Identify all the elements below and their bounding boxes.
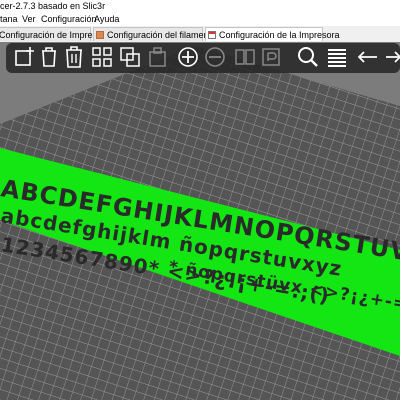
copy-icon[interactable]	[118, 45, 142, 69]
tab-printer-settings[interactable]: Configuración de la Impresora	[205, 27, 340, 41]
3d-scene: ABCDEFGHIJKLMNOPQRSTUVX abcdefghijklm ño…	[0, 42, 400, 400]
delete-icon[interactable]	[37, 45, 61, 69]
spool-icon	[96, 29, 104, 39]
window-title: cer-2.7.3 basado en Slic3r	[0, 1, 106, 11]
search-icon[interactable]	[296, 45, 320, 69]
layers-editing-icon[interactable]	[325, 45, 349, 69]
tab-filament-settings[interactable]: Configuración del filamento	[93, 27, 216, 41]
tab-bar: Configuración de Impresión Configuración…	[0, 26, 400, 43]
split-objects-icon[interactable]	[233, 45, 257, 69]
menu-bar: tana Ver Configuración Ayuda	[0, 12, 400, 26]
split-parts-icon[interactable]	[259, 45, 283, 69]
arrange-icon[interactable]	[90, 45, 114, 69]
menu-item-configuracion[interactable]: Configuración	[41, 12, 97, 26]
add-object-icon[interactable]	[12, 45, 36, 69]
menu-item-ayuda[interactable]: Ayuda	[94, 12, 119, 26]
window-title-bar: cer-2.7.3 basado en Slic3r	[0, 0, 400, 12]
menu-item-ventana[interactable]: tana	[0, 12, 18, 26]
undo-icon[interactable]	[356, 45, 380, 69]
redo-icon[interactable]	[382, 45, 400, 69]
menu-item-ver[interactable]: Ver	[22, 12, 36, 26]
tab-label: Configuración de la Impresora	[219, 30, 340, 40]
delete-all-icon[interactable]	[62, 45, 86, 69]
tab-print-settings[interactable]: Configuración de Impresión	[0, 27, 109, 41]
paste-icon[interactable]	[146, 45, 170, 69]
3d-view-canvas[interactable]: ABCDEFGHIJKLMNOPQRSTUVX abcdefghijklm ño…	[0, 42, 400, 400]
remove-instance-icon[interactable]	[203, 45, 227, 69]
printer-icon	[208, 29, 216, 39]
add-instance-icon[interactable]	[176, 45, 200, 69]
tab-label: Configuración del filamento	[107, 30, 217, 40]
